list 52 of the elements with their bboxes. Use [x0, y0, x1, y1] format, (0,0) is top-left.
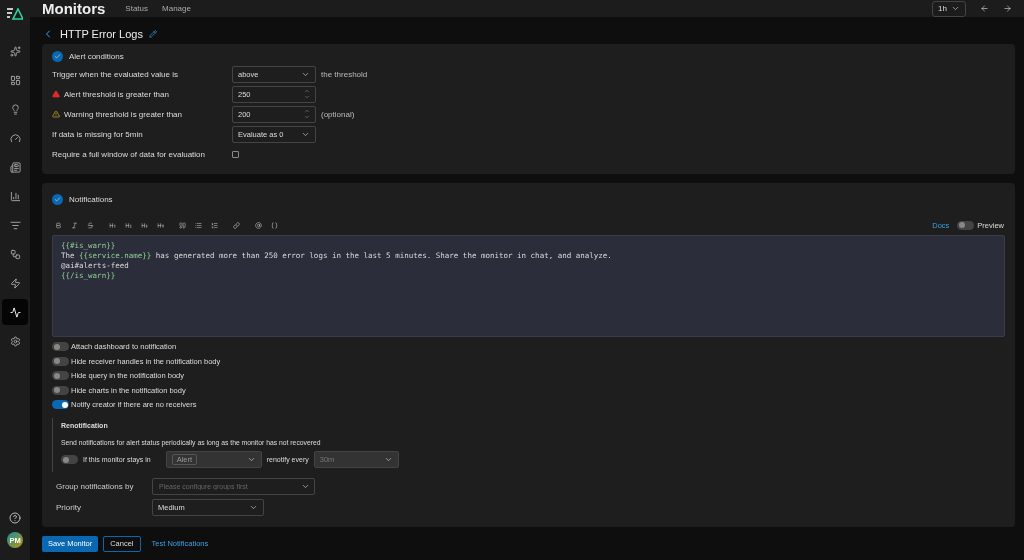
field-label: Group notifications by — [55, 481, 135, 491]
sidebar-item[interactable] — [2, 299, 28, 325]
settings-icon — [9, 335, 21, 347]
chevron-down-icon — [951, 4, 960, 13]
checkbox[interactable] — [232, 150, 239, 158]
toggle-switch[interactable] — [52, 371, 69, 380]
bullet-list-icon[interactable] — [192, 221, 204, 229]
lightbulb-icon — [9, 103, 21, 115]
gauge-icon — [9, 132, 21, 144]
preview-toggle[interactable] — [957, 220, 975, 230]
arrow-left-icon[interactable] — [980, 4, 989, 13]
section-title: Alert conditions — [69, 51, 124, 61]
toggle-switch[interactable] — [61, 455, 78, 464]
sparkles-icon — [9, 45, 21, 57]
field-label: Require a full window of data for evaluation — [52, 149, 206, 159]
toggle-switch[interactable] — [52, 400, 69, 409]
workflow-icon — [9, 248, 21, 260]
lightning-icon — [9, 277, 21, 289]
numbered-list-icon[interactable] — [208, 221, 220, 229]
field-label: Priority — [55, 502, 82, 512]
bar-chart-icon — [9, 190, 21, 202]
dashboard-icon — [9, 74, 21, 86]
page-title: HTTP Error Logs — [60, 28, 143, 40]
arrow-right-icon[interactable] — [1003, 4, 1012, 13]
chevron-down-icon — [383, 455, 393, 464]
link-icon[interactable] — [230, 221, 242, 229]
app-title: Monitors — [42, 0, 106, 17]
pencil-icon[interactable] — [148, 30, 157, 38]
time-range-select[interactable]: 1h — [932, 0, 966, 17]
section-title: Notifications — [69, 194, 113, 204]
toggle-switch[interactable] — [52, 385, 69, 395]
quote-icon[interactable] — [176, 221, 188, 229]
toggle-switch[interactable] — [52, 356, 69, 366]
help-icon[interactable] — [9, 512, 21, 524]
braces-icon[interactable] — [268, 221, 280, 229]
warning-icon — [52, 110, 60, 118]
toggle-switch[interactable] — [52, 342, 69, 351]
field-label: Warning threshold is greater than — [52, 109, 232, 119]
filter-icon — [9, 219, 21, 231]
field-label: Alert threshold is greater than — [52, 89, 232, 99]
logo-icon — [7, 8, 23, 20]
nav-link[interactable]: Status — [125, 4, 148, 13]
activity-icon — [9, 306, 21, 318]
field-label: Trigger when the evaluated value is — [52, 69, 179, 79]
field-suffix: (optional) — [321, 109, 355, 119]
field-label: If data is missing for 5min — [52, 129, 144, 139]
mention-icon[interactable] — [252, 221, 264, 229]
nav-link[interactable]: Manage — [162, 4, 191, 13]
panel-icon — [9, 161, 21, 173]
chevron-down-icon — [246, 455, 256, 464]
field-suffix: the threshold — [321, 69, 368, 79]
alert-icon — [52, 90, 60, 98]
